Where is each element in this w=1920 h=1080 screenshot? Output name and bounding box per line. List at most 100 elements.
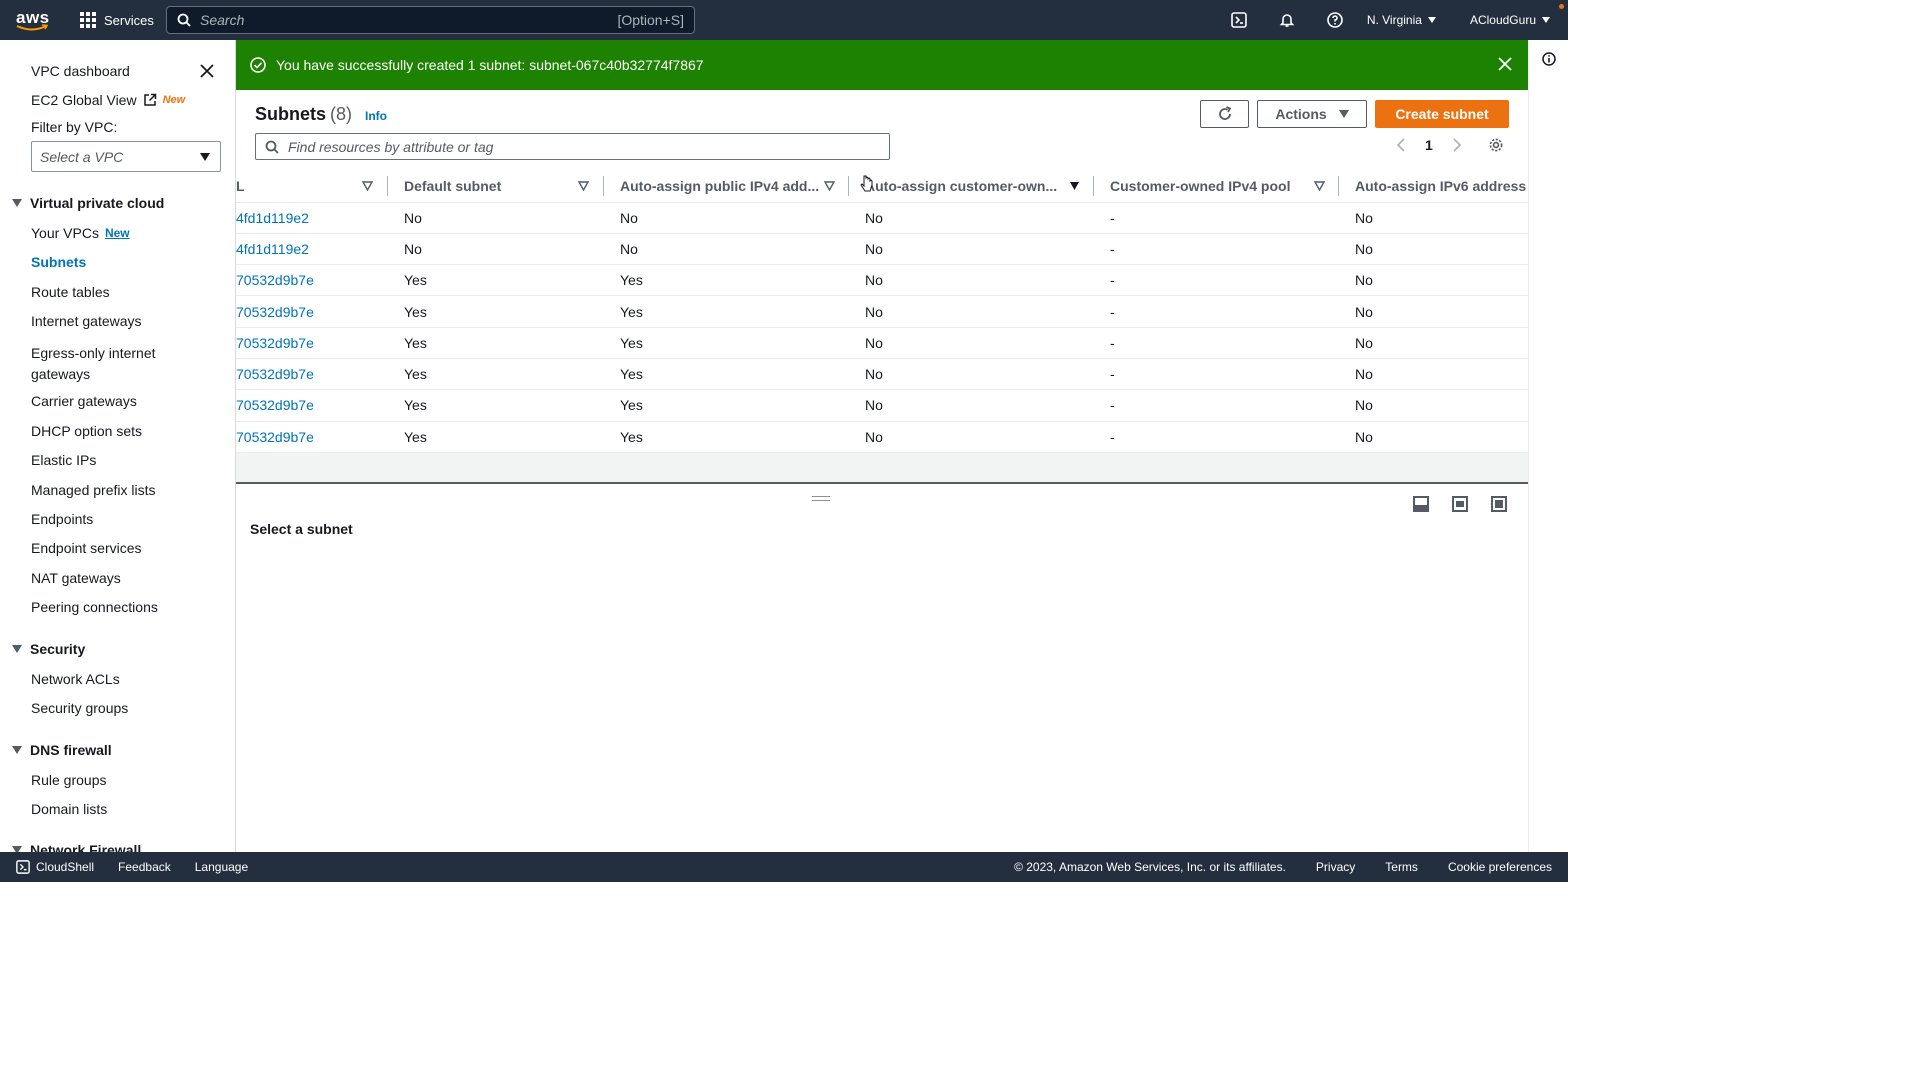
sidebar-item-egress-only-internet-gateways[interactable]: Egress-only internet gateways bbox=[31, 343, 181, 385]
sidebar-item-carrier-gateways[interactable]: Carrier gateways bbox=[31, 393, 137, 409]
column-header[interactable]: Customer-owned IPv4 pool bbox=[1094, 170, 1339, 203]
sidebar-item-vpc-dashboard[interactable]: VPC dashboard bbox=[31, 63, 130, 79]
table-row[interactable]: 70532d9b7e Yes Yes No - No bbox=[236, 389, 1528, 422]
language-link[interactable]: Language bbox=[195, 860, 248, 874]
caret-down-icon bbox=[200, 152, 210, 161]
section-virtual-private-cloud[interactable]: Virtual private cloud bbox=[12, 195, 164, 211]
table-cell: - bbox=[1094, 421, 1339, 453]
sidebar-item-route-tables[interactable]: Route tables bbox=[31, 284, 110, 300]
vpc-id-link[interactable]: 70532d9b7e bbox=[236, 421, 388, 453]
column-header[interactable]: Auto-assign customer-own... bbox=[849, 170, 1094, 203]
filter-by-vpc-label: Filter by VPC: bbox=[31, 119, 118, 135]
account-menu[interactable]: ACloudGuru bbox=[1470, 13, 1550, 27]
next-page-button[interactable] bbox=[1452, 138, 1462, 152]
section-dns-firewall[interactable]: DNS firewall bbox=[12, 742, 112, 758]
split-panel-title: Select a subnet bbox=[250, 521, 353, 537]
global-search-input[interactable]: Search [Option+S] bbox=[166, 6, 695, 34]
sidebar-item-security-groups[interactable]: Security groups bbox=[31, 700, 128, 716]
sidebar-item-internet-gateways[interactable]: Internet gateways bbox=[31, 313, 142, 329]
current-page[interactable]: 1 bbox=[1425, 137, 1433, 153]
table-cell: No bbox=[849, 421, 1094, 453]
notification-dot bbox=[1559, 4, 1564, 9]
panel-position-bottom-icon[interactable] bbox=[1413, 496, 1429, 512]
vpc-id-link[interactable]: 70532d9b7e bbox=[236, 295, 388, 328]
terminal-icon bbox=[1231, 12, 1247, 28]
table-cell: Yes bbox=[388, 358, 604, 391]
previous-page-button[interactable] bbox=[1396, 138, 1406, 152]
vpc-id-link[interactable]: 70532d9b7e bbox=[236, 327, 388, 359]
sort-icon[interactable] bbox=[824, 181, 835, 191]
terms-link[interactable]: Terms bbox=[1385, 860, 1418, 874]
column-header[interactable]: Default subnet bbox=[388, 170, 604, 203]
vpc-id-link[interactable]: 4fd1d119e2 bbox=[236, 202, 388, 234]
privacy-link[interactable]: Privacy bbox=[1316, 860, 1355, 874]
info-link[interactable]: Info bbox=[365, 109, 387, 123]
resize-handle[interactable] bbox=[812, 496, 830, 504]
sidebar-item-endpoint-services[interactable]: Endpoint services bbox=[31, 540, 142, 556]
info-icon[interactable] bbox=[1542, 52, 1556, 66]
sidebar-item-endpoints[interactable]: Endpoints bbox=[31, 511, 93, 527]
vpc-id-link[interactable]: 70532d9b7e bbox=[236, 264, 388, 297]
section-label: Virtual private cloud bbox=[30, 195, 165, 211]
filter-placeholder: Find resources by attribute or tag bbox=[288, 138, 494, 155]
sidebar-item-network-acls[interactable]: Network ACLs bbox=[31, 671, 120, 687]
help-button[interactable] bbox=[1311, 0, 1359, 40]
table-row[interactable]: 70532d9b7e Yes Yes No - No bbox=[236, 327, 1528, 359]
feedback-link[interactable]: Feedback bbox=[118, 860, 171, 874]
table-row[interactable]: 4fd1d119e2 No No No - No bbox=[236, 202, 1528, 234]
sort-icon[interactable] bbox=[1314, 181, 1325, 191]
refresh-button[interactable] bbox=[1200, 100, 1249, 128]
sidebar-item-subnets[interactable]: Subnets bbox=[31, 254, 86, 270]
panel-position-side-icon[interactable] bbox=[1452, 496, 1468, 512]
vpc-filter-select[interactable]: Select a VPC bbox=[31, 141, 221, 172]
resource-filter-input[interactable]: Find resources by attribute or tag bbox=[255, 133, 890, 160]
table-row[interactable]: 70532d9b7e Yes Yes No - No bbox=[236, 421, 1528, 453]
subnets-table-container: Subnets (8) Info Actions Create subnet Fi… bbox=[236, 90, 1528, 482]
table-row[interactable]: 4fd1d119e2 No No No - No bbox=[236, 233, 1528, 266]
sidebar-item-rule-groups[interactable]: Rule groups bbox=[31, 772, 107, 788]
panel-position-full-icon[interactable] bbox=[1491, 496, 1507, 512]
column-header[interactable]: Auto-assign IPv6 address bbox=[1339, 170, 1528, 203]
cloudshell-footer-button[interactable]: CloudShell bbox=[16, 860, 94, 874]
sort-icon[interactable] bbox=[578, 181, 589, 191]
side-navigation: VPC dashboard EC2 Global View New Filter… bbox=[0, 40, 236, 852]
column-header[interactable]: Auto-assign public IPv4 add... bbox=[604, 170, 849, 203]
section-security[interactable]: Security bbox=[12, 641, 85, 657]
sidebar-item-your-vpcs[interactable]: Your VPCs New bbox=[31, 225, 130, 241]
notifications-button[interactable] bbox=[1263, 0, 1311, 40]
table-cell: No bbox=[604, 202, 849, 234]
sidebar-item-dhcp-option-sets[interactable]: DHCP option sets bbox=[31, 423, 142, 439]
table-cell: Yes bbox=[604, 327, 849, 359]
gear-icon[interactable] bbox=[1488, 137, 1504, 153]
aws-logo[interactable]: aws bbox=[16, 5, 50, 35]
services-menu-button[interactable]: Services bbox=[80, 12, 154, 28]
vpc-id-link[interactable]: 70532d9b7e bbox=[236, 358, 388, 391]
table-row[interactable]: 70532d9b7e Yes Yes No - No bbox=[236, 264, 1528, 297]
region-selector[interactable]: N. Virginia bbox=[1367, 13, 1436, 27]
sidebar-item-elastic-ips[interactable]: Elastic IPs bbox=[31, 452, 96, 468]
vpc-id-link[interactable]: 4fd1d119e2 bbox=[236, 233, 388, 266]
sort-icon[interactable] bbox=[362, 181, 373, 191]
subnets-table: L Default subnet Auto-assign public IPv4… bbox=[236, 170, 1528, 453]
table-row[interactable]: 70532d9b7e Yes Yes No - No bbox=[236, 295, 1528, 328]
vpc-id-link[interactable]: 70532d9b7e bbox=[236, 389, 388, 422]
sidebar-item-peering-connections[interactable]: Peering connections bbox=[31, 599, 158, 615]
actions-button[interactable]: Actions bbox=[1257, 100, 1367, 128]
title-count: (8) bbox=[330, 104, 353, 124]
sidebar-item-managed-prefix-lists[interactable]: Managed prefix lists bbox=[31, 482, 156, 498]
grid-icon bbox=[80, 12, 96, 28]
sidebar-item-nat-gateways[interactable]: NAT gateways bbox=[31, 570, 121, 586]
table-row[interactable]: 70532d9b7e Yes Yes No - No bbox=[236, 358, 1528, 391]
cloudshell-button[interactable] bbox=[1215, 0, 1263, 40]
column-header[interactable]: L bbox=[236, 170, 388, 203]
sidebar-item-ec2-global-view[interactable]: EC2 Global View New bbox=[31, 92, 185, 108]
section-network-firewall[interactable]: Network Firewall bbox=[12, 842, 141, 852]
sidebar-item-domain-lists[interactable]: Domain lists bbox=[31, 801, 107, 817]
console-footer: CloudShell Feedback Language © 2023, Ama… bbox=[0, 852, 1568, 882]
create-subnet-button[interactable]: Create subnet bbox=[1375, 100, 1509, 128]
close-icon[interactable] bbox=[1498, 57, 1512, 71]
cookie-preferences-link[interactable]: Cookie preferences bbox=[1448, 860, 1552, 874]
sort-icon[interactable] bbox=[1069, 181, 1080, 191]
close-icon[interactable] bbox=[200, 64, 214, 78]
table-cell: Yes bbox=[388, 295, 604, 328]
